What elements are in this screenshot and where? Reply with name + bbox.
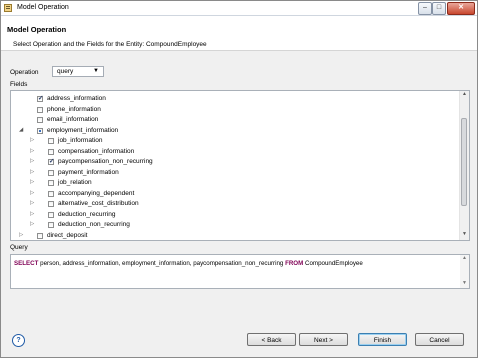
query-textarea[interactable]: SELECT person, address_information, empl… xyxy=(10,254,470,289)
operation-selected-value: query xyxy=(57,68,74,75)
tree-item-checkbox[interactable] xyxy=(37,127,43,134)
tree-item-checkbox[interactable] xyxy=(37,117,43,123)
tree-item-checkbox[interactable] xyxy=(48,157,54,165)
tree-item[interactable]: ▷ job_relation xyxy=(11,179,451,189)
tree-item[interactable]: address_information xyxy=(11,94,451,105)
tree-vertical-scrollbar[interactable]: ▲ ▼ xyxy=(459,91,469,240)
tree-item-checkbox[interactable] xyxy=(48,138,54,144)
tree-item-label: phone_information xyxy=(47,105,101,113)
tree-item-checkbox[interactable] xyxy=(48,222,54,228)
triangle-right-icon[interactable]: ▷ xyxy=(30,169,34,175)
page-description: Select Operation and the Fields for the … xyxy=(13,41,207,48)
back-button[interactable]: < Back xyxy=(247,333,296,346)
scroll-up-icon[interactable]: ▲ xyxy=(460,91,469,99)
tree-item[interactable]: ▷ deduction_non_recurring xyxy=(11,221,451,231)
tree-item-label: paycompensation_non_recurring xyxy=(58,158,153,165)
triangle-right-icon[interactable]: ▷ xyxy=(30,137,34,143)
triangle-right-icon[interactable]: ▷ xyxy=(30,211,34,217)
tree-item[interactable]: phone_information xyxy=(11,106,451,116)
scroll-up-icon[interactable]: ▲ xyxy=(460,255,469,263)
page-title: Model Operation xyxy=(7,25,67,34)
tree-item-checkbox[interactable] xyxy=(48,190,54,197)
tree-item[interactable]: ▷ job_information xyxy=(11,137,451,147)
sql-select-keyword: SELECT xyxy=(14,260,39,267)
tree-item-label: job_information xyxy=(58,137,103,144)
tree-item-checkbox[interactable] xyxy=(48,211,54,218)
model-operation-icon xyxy=(4,4,12,12)
minimize-button[interactable]: – xyxy=(418,2,432,15)
tree-item-label: compensation_information xyxy=(58,147,135,155)
tree-item-label: job_relation xyxy=(58,179,92,186)
next-button[interactable]: Next > xyxy=(299,333,348,346)
triangle-right-icon[interactable]: ▷ xyxy=(19,232,23,238)
triangle-down-icon[interactable]: ◢ xyxy=(19,127,23,133)
chevron-down-icon: ▼ xyxy=(93,68,99,74)
cancel-button[interactable]: Cancel xyxy=(415,333,464,346)
triangle-right-icon[interactable]: ▷ xyxy=(30,148,34,154)
tree-item-label: employment_information xyxy=(47,126,119,134)
operation-label: Operation xyxy=(10,69,39,76)
query-vertical-scrollbar[interactable]: ▲ ▼ xyxy=(460,255,469,288)
tree-item-label: alternative_cost_distribution xyxy=(58,200,139,207)
maximize-icon: □ xyxy=(436,4,442,11)
tree-item[interactable]: ▷ deduction_recurring xyxy=(11,211,451,221)
tree-item[interactable]: ▷ paycompensation_non_recurring xyxy=(11,157,451,168)
tree-item-label: payment_information xyxy=(58,168,119,176)
minimize-icon: – xyxy=(423,4,427,11)
finish-button[interactable]: Finish xyxy=(358,333,407,346)
wizard-header: Model Operation Select Operation and the… xyxy=(1,16,477,51)
scroll-down-icon[interactable]: ▼ xyxy=(460,280,469,288)
tree-item-label: accompanying_dependent xyxy=(58,189,135,197)
close-icon: ✕ xyxy=(458,4,464,11)
tree-item[interactable]: ▷ accompanying_dependent xyxy=(11,190,451,200)
tree-item-checkbox[interactable] xyxy=(37,106,43,113)
triangle-right-icon[interactable]: ▷ xyxy=(30,158,34,164)
fields-label: Fields xyxy=(10,81,28,88)
tree-item-label: email_information xyxy=(47,116,99,123)
tree-item-checkbox[interactable] xyxy=(48,169,54,176)
tree-item[interactable]: ▷ compensation_information xyxy=(11,148,451,158)
tree-item[interactable]: email_information xyxy=(11,116,451,126)
tree-item[interactable]: ▷ direct_deposit xyxy=(11,231,451,241)
tree-item-checkbox[interactable] xyxy=(48,180,54,186)
query-entity: CompoundEmployee xyxy=(305,260,363,267)
operation-select[interactable]: query ▼ xyxy=(52,66,104,77)
scroll-thumb[interactable] xyxy=(461,118,467,206)
tree-item-label: deduction_recurring xyxy=(58,210,116,218)
title-bar: Model Operation – □ ✕ xyxy=(1,1,477,16)
query-text: SELECT person, address_information, empl… xyxy=(14,260,363,267)
tree-item-label: deduction_non_recurring xyxy=(58,221,130,228)
tree-item-checkbox[interactable] xyxy=(48,201,54,207)
model-operation-dialog: Model Operation – □ ✕ Model Operation Se… xyxy=(0,0,478,358)
triangle-right-icon[interactable]: ▷ xyxy=(30,200,34,206)
tree-item[interactable]: ◢ employment_information xyxy=(11,127,451,137)
wizard-content: Operation query ▼ Fields ▲ ▼ address_inf… xyxy=(1,51,477,321)
tree-item-checkbox[interactable] xyxy=(37,94,43,102)
button-bar: ? < Back Next > Finish Cancel xyxy=(1,321,477,357)
scroll-down-icon[interactable]: ▼ xyxy=(460,231,469,239)
tree-item[interactable]: ▷ payment_information xyxy=(11,169,451,179)
help-icon[interactable]: ? xyxy=(12,334,25,347)
window-title: Model Operation xyxy=(17,4,69,11)
tree-item-checkbox[interactable] xyxy=(48,148,54,155)
query-fields: person, address_information, employment_… xyxy=(40,260,284,267)
triangle-right-icon[interactable]: ▷ xyxy=(30,221,34,227)
query-label: Query xyxy=(10,244,28,251)
triangle-right-icon[interactable]: ▷ xyxy=(30,179,34,185)
fields-tree[interactable]: ▲ ▼ address_information phone_information… xyxy=(10,90,470,241)
tree-item-checkbox[interactable] xyxy=(37,232,43,239)
sql-from-keyword: FROM xyxy=(285,260,304,267)
close-button[interactable]: ✕ xyxy=(447,2,475,15)
triangle-right-icon[interactable]: ▷ xyxy=(30,190,34,196)
tree-item[interactable]: ▷ alternative_cost_distribution xyxy=(11,200,451,210)
tree-item-label: address_information xyxy=(47,95,106,102)
tree-item-label: direct_deposit xyxy=(47,231,88,239)
maximize-button[interactable]: □ xyxy=(432,2,446,15)
